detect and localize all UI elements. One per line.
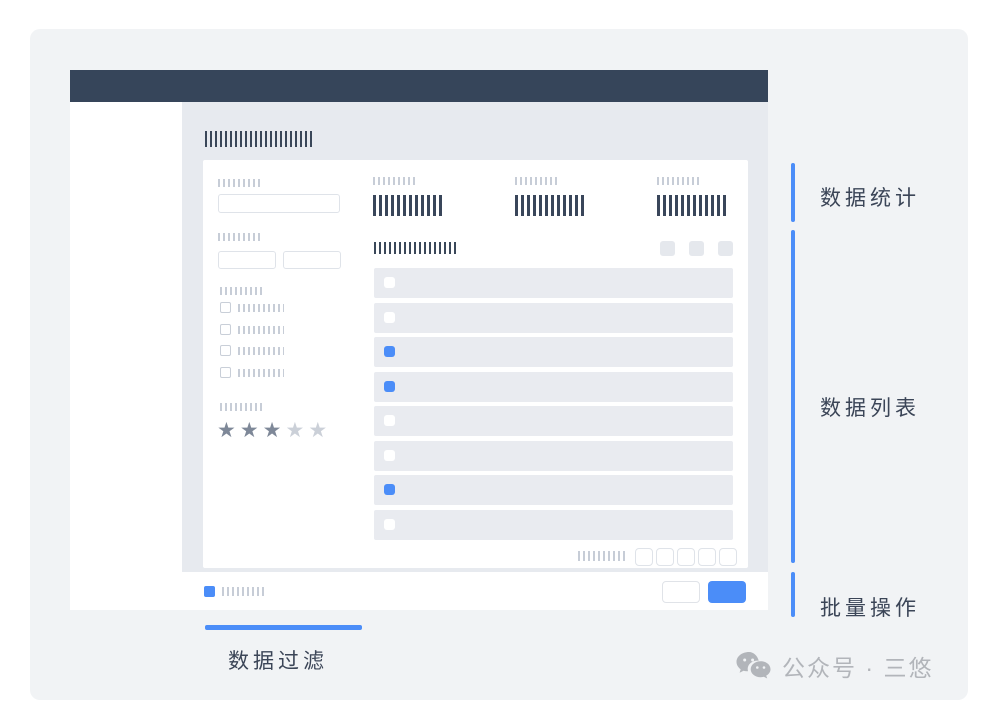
row-checkbox[interactable] — [384, 519, 395, 530]
stat-label-placeholder — [657, 177, 702, 185]
star-icon[interactable]: ★ — [308, 419, 331, 442]
data-list — [374, 268, 733, 540]
filter-range-label-placeholder — [218, 233, 260, 241]
mock-app-header — [70, 70, 768, 102]
option-label-placeholder — [238, 304, 284, 312]
star-icon[interactable]: ★ — [217, 419, 240, 442]
list-toolbar — [660, 241, 733, 256]
annotation-list: 数据列表 — [820, 392, 920, 422]
row-checkbox-checked[interactable] — [384, 484, 395, 495]
batch-bracket-line — [791, 572, 795, 617]
list-row[interactable] — [374, 268, 733, 298]
filter-keyword-label-placeholder — [218, 179, 260, 187]
filter-checkbox-group — [220, 302, 340, 392]
stat-column — [515, 175, 595, 217]
list-row[interactable] — [374, 510, 733, 540]
row-checkbox[interactable] — [384, 450, 395, 461]
batch-primary-button[interactable] — [708, 581, 746, 603]
checkbox-icon[interactable] — [220, 367, 231, 378]
list-tool-button[interactable] — [689, 241, 704, 256]
list-row[interactable] — [374, 406, 733, 436]
selection-count-placeholder — [222, 587, 266, 596]
row-checkbox-checked[interactable] — [384, 346, 395, 357]
list-tool-button[interactable] — [718, 241, 733, 256]
filter-checkbox-option[interactable] — [220, 345, 340, 357]
star-icon[interactable]: ★ — [285, 419, 308, 442]
watermark-text: 公众号 · 三悠 — [782, 649, 933, 683]
option-label-placeholder — [238, 369, 284, 377]
page-button[interactable] — [656, 548, 674, 566]
pagination-summary-placeholder — [578, 551, 625, 561]
filter-checkbox-option[interactable] — [220, 367, 340, 379]
annotation-filter: 数据过滤 — [228, 645, 328, 675]
filter-rating-label-placeholder — [220, 403, 262, 411]
stat-column — [657, 175, 737, 217]
mock-sidebar — [70, 102, 182, 610]
page-button[interactable] — [698, 548, 716, 566]
list-title-placeholder — [374, 242, 459, 254]
option-label-placeholder — [238, 326, 284, 334]
wechat-icon — [735, 650, 772, 682]
stat-value-placeholder — [657, 195, 729, 216]
annotation-batch: 批量操作 — [820, 592, 920, 622]
row-checkbox-checked[interactable] — [384, 381, 395, 392]
checkbox-icon[interactable] — [220, 345, 231, 356]
stat-value-placeholder — [515, 195, 587, 216]
pagination — [635, 548, 745, 566]
checkbox-icon[interactable] — [220, 324, 231, 335]
filter-checkbox-option[interactable] — [220, 324, 340, 336]
filter-options-label-placeholder — [220, 287, 262, 295]
list-bracket-line — [791, 230, 795, 563]
stat-column — [373, 175, 453, 217]
row-checkbox[interactable] — [384, 415, 395, 426]
watermark: 公众号 · 三悠 — [735, 648, 950, 684]
option-label-placeholder — [238, 347, 284, 355]
stat-label-placeholder — [515, 177, 560, 185]
filter-range-min-input[interactable] — [218, 251, 276, 269]
list-row[interactable] — [374, 475, 733, 505]
filter-checkbox-option[interactable] — [220, 302, 340, 314]
list-row[interactable] — [374, 441, 733, 471]
list-row[interactable] — [374, 303, 733, 333]
checkbox-icon[interactable] — [220, 302, 231, 313]
star-icon[interactable]: ★ — [240, 419, 263, 442]
list-row[interactable] — [374, 372, 733, 402]
star-icon[interactable]: ★ — [263, 419, 286, 442]
select-all-checkbox[interactable] — [204, 586, 215, 597]
batch-secondary-button[interactable] — [662, 581, 700, 603]
page-title-placeholder — [205, 131, 313, 147]
stat-value-placeholder — [373, 195, 445, 216]
stats-bracket-line — [791, 163, 795, 222]
list-tool-button[interactable] — [660, 241, 675, 256]
filter-bracket-line — [205, 625, 362, 630]
list-row[interactable] — [374, 337, 733, 367]
filter-keyword-input[interactable] — [218, 194, 340, 213]
rating-star-filter[interactable]: ★★★★★ — [217, 419, 337, 443]
page-button[interactable] — [677, 548, 695, 566]
filter-range-max-input[interactable] — [283, 251, 341, 269]
stat-label-placeholder — [373, 177, 418, 185]
row-checkbox[interactable] — [384, 312, 395, 323]
stats-row — [373, 175, 733, 217]
page-button[interactable] — [719, 548, 737, 566]
annotation-stats: 数据统计 — [820, 182, 920, 212]
row-checkbox[interactable] — [384, 277, 395, 288]
page-button[interactable] — [635, 548, 653, 566]
page: ★★★★★ 数据统计 数据列表 批量操作 数据过滤 公众号 · 三悠 — [0, 0, 1000, 718]
